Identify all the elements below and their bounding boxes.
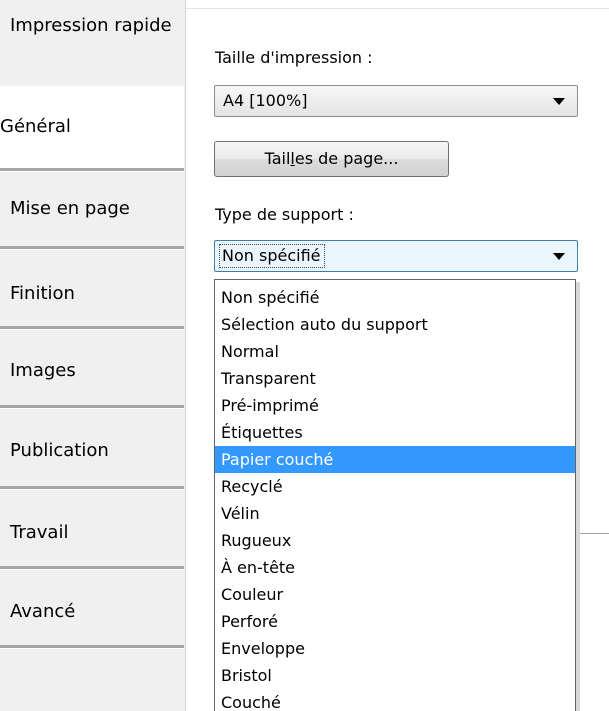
media-type-options: Non spécifié Sélection auto du support Nor… (215, 280, 575, 711)
divider (580, 533, 609, 534)
media-type-option[interactable]: Non spécifié (215, 284, 575, 311)
tab-images[interactable]: Images (0, 330, 184, 406)
tab-page-setup[interactable]: Mise en page (0, 172, 184, 246)
media-type-dropdown-list[interactable]: Non spécifié Sélection auto du support Nor… (214, 279, 576, 711)
print-size-select[interactable]: A4 [100%] (214, 85, 578, 117)
media-type-option[interactable]: Rugueux (215, 527, 575, 554)
print-size-label: Taille d'impression : (215, 48, 373, 67)
tab-label: Mise en page (10, 198, 130, 219)
media-type-option[interactable]: Perforé (215, 608, 575, 635)
media-type-option[interactable]: Transparent (215, 365, 575, 392)
media-type-label: Type de support : (215, 205, 354, 224)
media-type-option[interactable]: Bristol (215, 662, 575, 689)
media-type-select[interactable]: Non spécifié (214, 240, 578, 272)
tab-label: Images (10, 360, 76, 381)
media-type-option[interactable]: Recyclé (215, 473, 575, 500)
media-type-option[interactable]: Normal (215, 338, 575, 365)
media-type-option[interactable]: À en-tête (215, 554, 575, 581)
button-label-part: Tail (264, 149, 291, 168)
tab-column: Impression rapide Général Mise en page F… (0, 0, 186, 711)
media-type-option[interactable]: Enveloppe (215, 635, 575, 662)
tab-label: Travail (10, 522, 69, 543)
media-type-option[interactable]: Étiquettes (215, 419, 575, 446)
media-type-option[interactable]: Vélin (215, 500, 575, 527)
chevron-down-icon (553, 98, 565, 105)
media-type-value: Non spécifié (219, 244, 326, 268)
media-type-option[interactable]: Couleur (215, 581, 575, 608)
media-type-option[interactable]: Couché (215, 689, 575, 711)
tab-label: Impression rapide (10, 15, 172, 36)
panel-border (186, 8, 609, 9)
button-label-part: es de page... (294, 149, 399, 168)
media-type-option[interactable]: Sélection auto du support (215, 311, 575, 338)
tab-label: Finition (10, 283, 75, 304)
chevron-down-icon (553, 253, 565, 260)
tab-finishing[interactable]: Finition (0, 250, 184, 328)
media-type-option[interactable]: Pré-imprimé (215, 392, 575, 419)
tab-publication[interactable]: Publication (0, 409, 184, 487)
tab-quick-print[interactable]: Impression rapide (0, 14, 184, 84)
tab-general[interactable]: Général (0, 86, 184, 168)
tab-label: Publication (10, 440, 109, 461)
media-type-option[interactable]: Papier couché (215, 446, 575, 473)
tab-divider (0, 645, 184, 649)
tab-advanced[interactable]: Avancé (0, 570, 184, 646)
tab-label: Général (0, 116, 71, 137)
tab-job[interactable]: Travail (0, 490, 184, 566)
tab-label: Avancé (10, 601, 76, 622)
print-preferences-dialog: Impression rapide Général Mise en page F… (0, 0, 609, 711)
page-sizes-button[interactable]: Tailles de page... (214, 141, 449, 177)
dropdown-shadow (576, 282, 580, 711)
print-size-value: A4 [100%] (223, 91, 308, 110)
